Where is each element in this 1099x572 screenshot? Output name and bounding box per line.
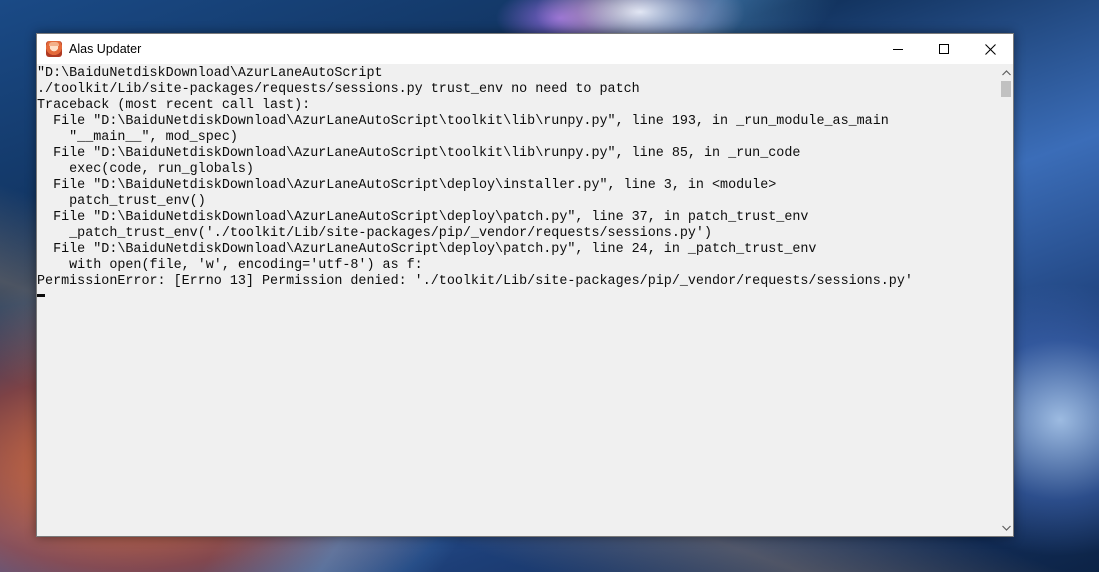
console-line: Traceback (most recent call last): [37, 98, 311, 113]
text-cursor [37, 294, 45, 297]
console-line: _patch_trust_env('./toolkit/Lib/site-pac… [37, 226, 712, 241]
title-bar[interactable]: Alas Updater [37, 34, 1013, 64]
chevron-down-icon [1001, 525, 1011, 531]
chevron-up-icon [1001, 69, 1011, 75]
vertical-scrollbar[interactable] [997, 64, 1013, 536]
console-line: ./toolkit/Lib/site-packages/requests/ses… [37, 82, 640, 97]
scroll-down-button[interactable] [998, 519, 1014, 536]
console-line: PermissionError: [Errno 13] Permission d… [37, 274, 913, 289]
console-output[interactable]: "D:\BaiduNetdiskDownload\AzurLaneAutoScr… [37, 64, 997, 536]
console-line: "__main__", mod_spec) [37, 130, 238, 145]
console-lines: "D:\BaiduNetdiskDownload\AzurLaneAutoScr… [37, 64, 997, 290]
window-title: Alas Updater [69, 42, 142, 56]
console-line: File "D:\BaiduNetdiskDownload\AzurLaneAu… [37, 210, 809, 225]
maximize-button[interactable] [921, 34, 967, 64]
maximize-icon [939, 44, 949, 54]
console-line: File "D:\BaiduNetdiskDownload\AzurLaneAu… [37, 242, 817, 257]
alas-app-icon [46, 41, 62, 57]
minimize-button[interactable] [875, 34, 921, 64]
console-line: patch_trust_env() [37, 194, 206, 209]
console-line: File "D:\BaiduNetdiskDownload\AzurLaneAu… [37, 114, 889, 129]
minimize-icon [893, 49, 903, 50]
window-controls [875, 34, 1013, 64]
console-line: File "D:\BaiduNetdiskDownload\AzurLaneAu… [37, 178, 777, 193]
console-line: "D:\BaiduNetdiskDownload\AzurLaneAutoScr… [37, 66, 383, 81]
console-line: with open(file, 'w', encoding='utf-8') a… [37, 258, 423, 273]
console-line: File "D:\BaiduNetdiskDownload\AzurLaneAu… [37, 146, 801, 161]
close-icon [984, 43, 996, 55]
scroll-up-button[interactable] [998, 64, 1014, 81]
scroll-thumb[interactable] [1001, 81, 1011, 97]
console-line: exec(code, run_globals) [37, 162, 254, 177]
console-window[interactable]: Alas Updater "D:\BaiduNetdiskDownload\Az… [36, 33, 1014, 537]
close-button[interactable] [967, 34, 1013, 64]
